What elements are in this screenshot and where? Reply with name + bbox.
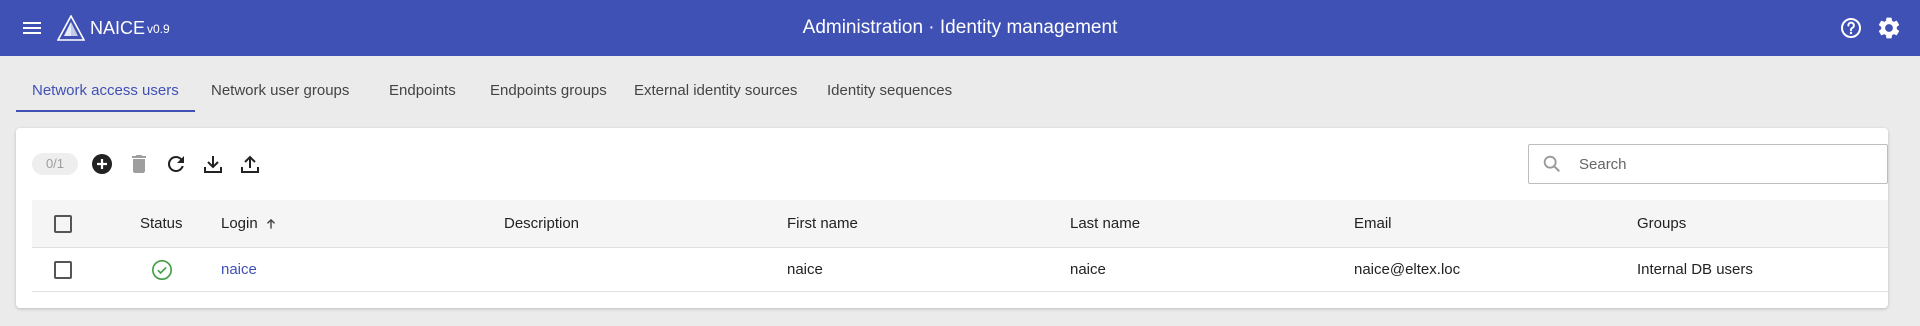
refresh-icon[interactable] [164, 152, 188, 176]
groups-cell: Internal DB users [1637, 261, 1753, 278]
column-header-email[interactable]: Email [1354, 200, 1392, 247]
search-icon [1541, 153, 1563, 175]
last-name-cell: naice [1070, 261, 1106, 278]
select-all-checkbox[interactable] [54, 214, 72, 233]
search-box [1528, 144, 1888, 184]
column-header-last-name[interactable]: Last name [1070, 200, 1140, 247]
tab-endpoints-groups[interactable]: Endpoints groups [474, 70, 623, 112]
tab-endpoints[interactable]: Endpoints [373, 70, 472, 112]
help-circle-icon[interactable] [1839, 16, 1863, 40]
add-icon[interactable] [90, 152, 114, 176]
login-link[interactable]: naice [221, 248, 257, 291]
app-bar: NAICE v0.9 Administration · Identity man… [0, 0, 1920, 56]
column-header-login-label: Login [221, 215, 258, 232]
sort-ascending-icon [264, 217, 278, 231]
table-row[interactable]: naice naice naice naice@eltex.loc Intern… [32, 248, 1888, 292]
email-cell: naice@eltex.loc [1354, 261, 1461, 278]
status-ok-icon [151, 248, 173, 291]
column-header-first-name[interactable]: First name [787, 200, 858, 247]
selection-counter: 0/1 [32, 153, 78, 175]
table-header: Status Login Description First name Last… [32, 200, 1888, 248]
gear-icon[interactable] [1876, 15, 1902, 41]
users-table-card: 0/1 Status Login Description First name [16, 128, 1888, 308]
column-header-login[interactable]: Login [221, 200, 278, 247]
tab-identity-sequences[interactable]: Identity sequences [811, 70, 968, 112]
first-name-cell: naice [787, 261, 823, 278]
tab-network-access-users[interactable]: Network access users [16, 70, 195, 112]
delete-icon[interactable] [127, 152, 151, 176]
column-header-description[interactable]: Description [504, 200, 579, 247]
upload-icon[interactable] [238, 152, 262, 176]
tab-external-identity-sources[interactable]: External identity sources [618, 70, 813, 112]
tab-network-user-groups[interactable]: Network user groups [195, 70, 365, 112]
page-title: Administration · Identity management [802, 17, 1118, 38]
column-header-groups[interactable]: Groups [1637, 200, 1686, 247]
search-input[interactable] [1579, 151, 1869, 177]
download-icon[interactable] [201, 152, 225, 176]
column-header-status[interactable]: Status [140, 200, 183, 247]
row-checkbox[interactable] [54, 260, 72, 279]
